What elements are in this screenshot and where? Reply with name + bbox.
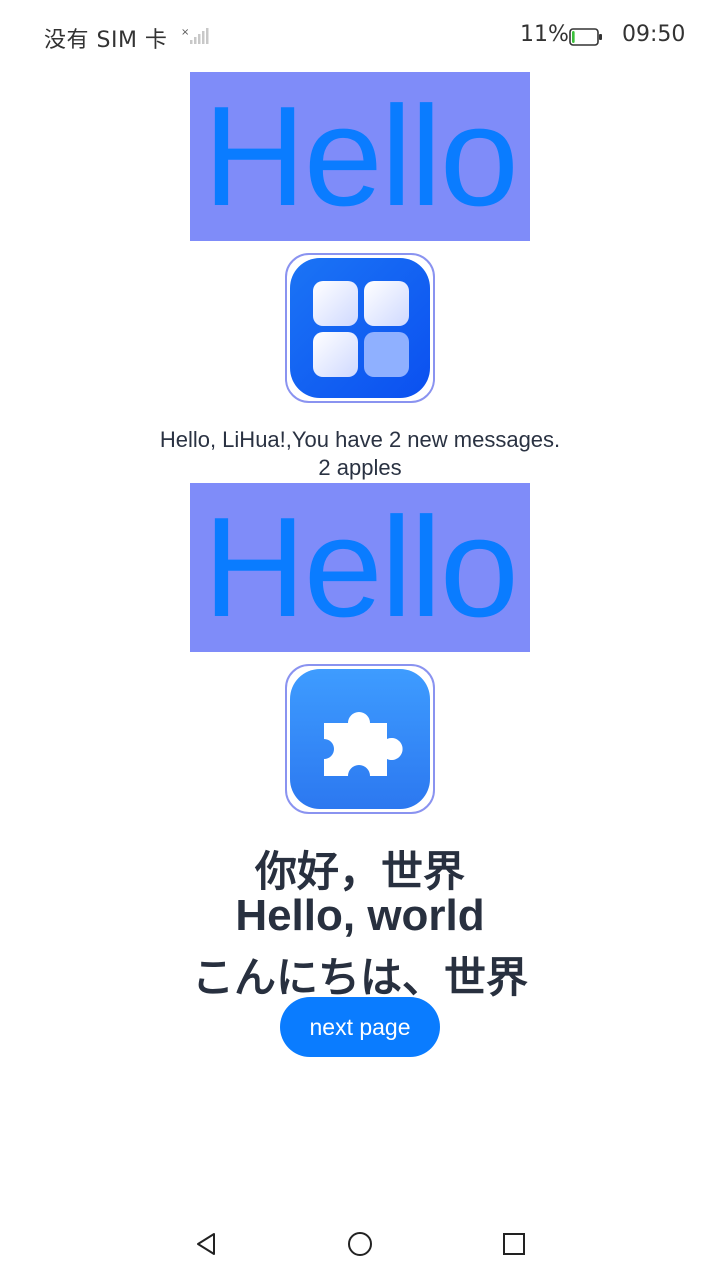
home-circle-icon	[348, 1232, 372, 1256]
recent-apps-button[interactable]	[496, 1226, 532, 1262]
hello-banner: Hello	[190, 72, 530, 241]
apples-count-text: 2 apples	[318, 455, 402, 480]
status-bar: 没有 SIM 卡 × 11% 09:50	[0, 0, 720, 72]
back-triangle-icon	[197, 1233, 215, 1255]
carrier-label: 没有 SIM 卡	[44, 28, 168, 53]
app-grid-icon	[290, 258, 430, 398]
greeting-japanese: こんにちは、世界	[191, 953, 528, 1002]
signal-icon: ×	[181, 26, 211, 46]
next-page-button[interactable]: next page	[280, 997, 440, 1057]
back-button[interactable]	[188, 1226, 224, 1262]
new-messages-text: Hello, LiHua!,You have 2 new messages.	[159, 427, 561, 452]
greeting-english: Hello, world	[235, 891, 485, 940]
battery-icon	[569, 28, 603, 46]
battery-percent: 11%	[520, 22, 569, 47]
svg-text:×: ×	[181, 27, 189, 38]
home-button[interactable]	[342, 1226, 378, 1262]
puzzle-icon-frame	[285, 664, 435, 814]
app-grid-icon-frame	[285, 253, 435, 403]
puzzle-piece-icon	[290, 669, 430, 809]
clock: 09:50	[622, 22, 686, 47]
hello-banner: Hello	[190, 483, 530, 652]
greeting-chinese: 你好，世界	[254, 847, 465, 896]
recent-square-icon	[503, 1233, 525, 1255]
system-nav-bar	[0, 1208, 720, 1280]
